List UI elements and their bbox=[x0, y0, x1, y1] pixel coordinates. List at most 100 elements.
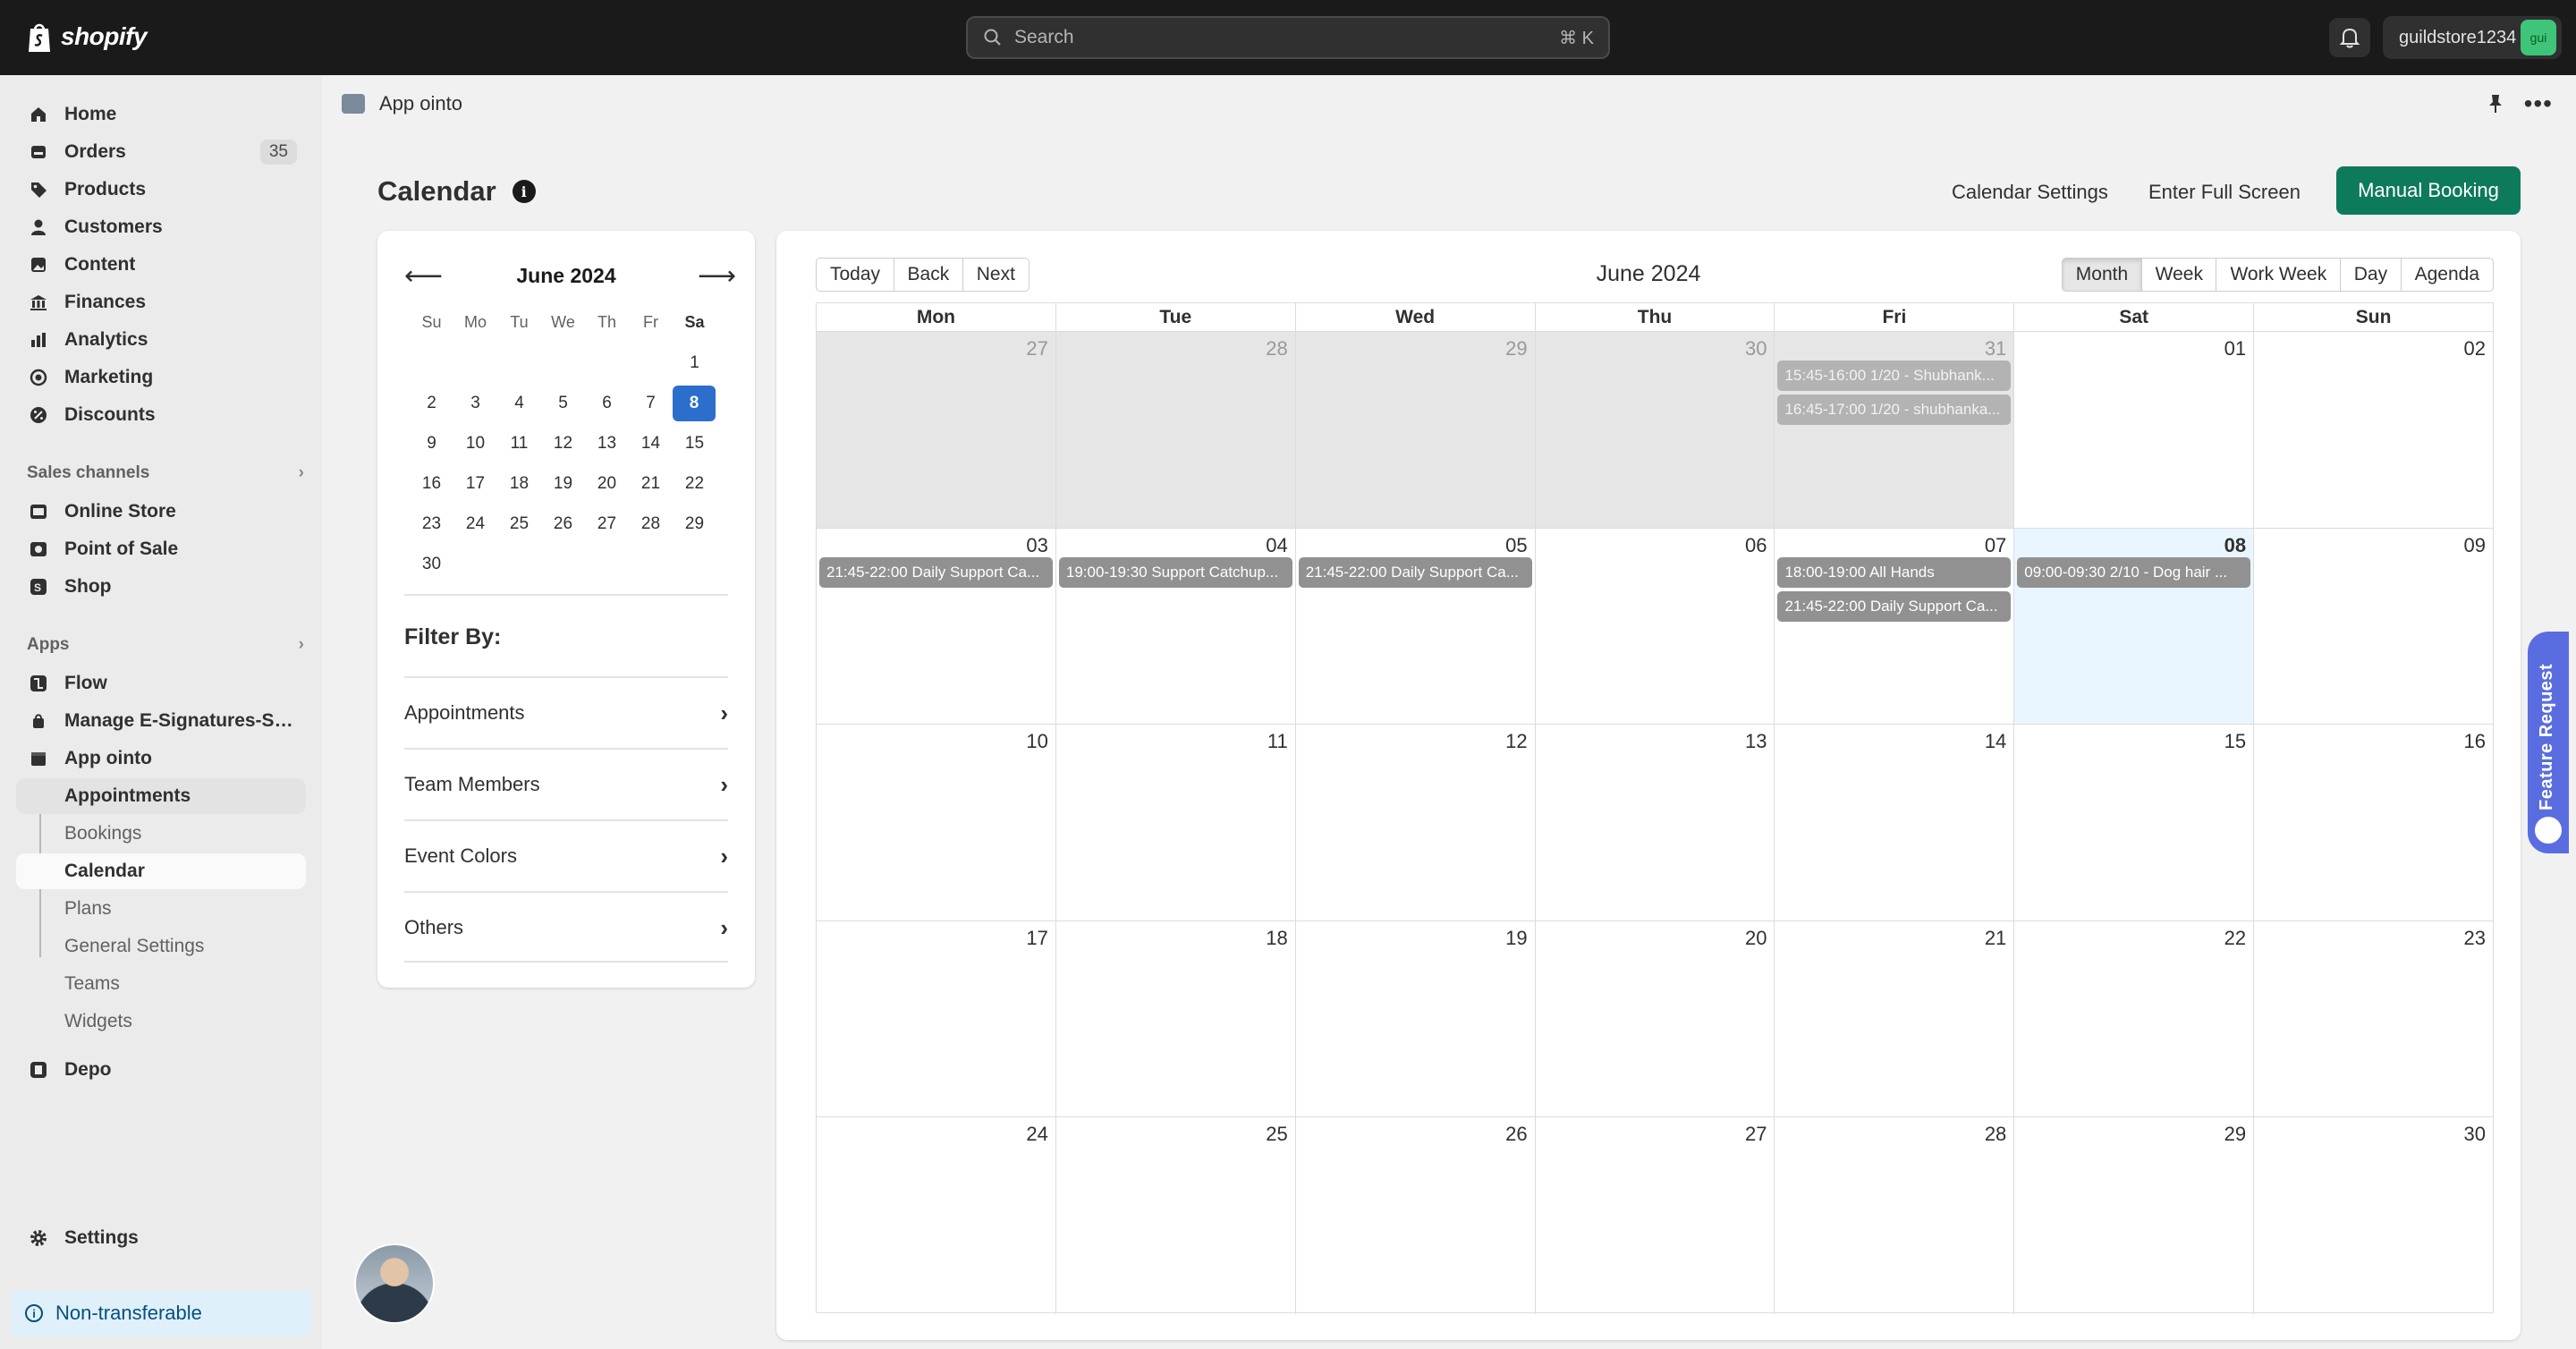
day-cell[interactable]: 09 bbox=[2253, 528, 2493, 724]
day-number[interactable]: 02 bbox=[2464, 337, 2486, 361]
sidebar-item-shop[interactable]: S Shop bbox=[16, 569, 306, 605]
mini-day[interactable]: 24 bbox=[453, 506, 497, 542]
day-cell[interactable]: 30 bbox=[2253, 1117, 2493, 1314]
day-number[interactable]: 10 bbox=[1026, 730, 1047, 753]
mini-day[interactable]: 5 bbox=[541, 386, 585, 421]
mini-day[interactable]: 6 bbox=[585, 386, 629, 421]
mini-day[interactable]: 21 bbox=[629, 466, 673, 502]
day-cell-today[interactable]: 08 09:00-09:30 2/10 - Dog hair ... bbox=[2013, 528, 2254, 724]
day-cell[interactable]: 07 18:00-19:00 All Hands 21:45-22:00 Daily… bbox=[1774, 528, 2013, 724]
mini-day[interactable]: 27 bbox=[585, 506, 629, 542]
day-cell[interactable]: 02 bbox=[2253, 332, 2493, 528]
day-number[interactable]: 12 bbox=[1505, 730, 1527, 753]
sidebar-item-app-ointo[interactable]: App ointo bbox=[16, 741, 306, 776]
day-number[interactable]: 01 bbox=[2224, 337, 2246, 361]
sidebar-item-orders[interactable]: Orders 35 bbox=[16, 134, 306, 170]
day-number[interactable]: 04 bbox=[1266, 534, 1287, 557]
day-cell[interactable]: 22 bbox=[2013, 921, 2253, 1116]
mini-day[interactable]: 15 bbox=[673, 426, 716, 462]
calendar-event[interactable]: 16:45-17:00 1/20 - shubhanka... bbox=[1777, 395, 2012, 425]
mini-day-selected[interactable]: 8 bbox=[673, 385, 716, 421]
day-cell[interactable]: 05 21:45-22:00 Daily Support Ca... bbox=[1294, 528, 1535, 724]
mini-day[interactable]: 18 bbox=[497, 466, 541, 502]
manual-booking-button[interactable]: Manual Booking bbox=[2336, 166, 2521, 215]
shopify-logo[interactable]: shopify bbox=[25, 20, 148, 54]
mini-day[interactable]: 28 bbox=[629, 506, 673, 542]
mini-day[interactable]: 3 bbox=[453, 386, 497, 421]
sidebar-item-point-of-sale[interactable]: Point of Sale bbox=[16, 531, 306, 567]
mini-day[interactable]: 10 bbox=[453, 426, 497, 462]
mini-day[interactable]: 29 bbox=[673, 506, 716, 542]
mini-day[interactable]: 22 bbox=[673, 466, 716, 502]
day-cell[interactable]: 18 bbox=[1055, 921, 1295, 1116]
day-cell[interactable]: 27 bbox=[817, 332, 1055, 528]
day-number[interactable]: 03 bbox=[1026, 534, 1047, 557]
mini-day[interactable]: 7 bbox=[629, 386, 673, 421]
sidebar-item-depo[interactable]: Depo bbox=[16, 1052, 306, 1088]
day-cell[interactable]: 26 bbox=[1294, 1117, 1535, 1314]
day-cell[interactable]: 06 bbox=[1534, 528, 1775, 724]
day-number[interactable]: 21 bbox=[1985, 927, 2006, 950]
day-number[interactable]: 20 bbox=[1745, 927, 1767, 950]
mini-day[interactable]: 4 bbox=[497, 386, 541, 421]
day-cell[interactable]: 14 bbox=[1774, 725, 2013, 921]
day-cell[interactable]: 29 bbox=[1294, 332, 1535, 528]
day-cell[interactable]: 10 bbox=[817, 725, 1055, 921]
sidebar-item-e-signatures[interactable]: Manage E-Signatures-Sig... bbox=[16, 703, 306, 739]
info-icon[interactable]: i bbox=[512, 180, 536, 203]
mini-day[interactable]: 13 bbox=[585, 426, 629, 462]
day-number[interactable]: 26 bbox=[1505, 1123, 1527, 1146]
day-number[interactable]: 17 bbox=[1026, 927, 1047, 950]
calendar-settings-button[interactable]: Calendar Settings bbox=[1952, 170, 2108, 215]
day-cell[interactable]: 01 bbox=[2013, 332, 2253, 528]
search-input[interactable]: Search ⌘ K bbox=[966, 16, 1610, 59]
day-number[interactable]: 19 bbox=[1505, 927, 1527, 950]
day-number[interactable]: 24 bbox=[1026, 1123, 1047, 1146]
more-options-icon[interactable]: ••• bbox=[2524, 89, 2553, 118]
enter-full-screen-button[interactable]: Enter Full Screen bbox=[2148, 170, 2301, 215]
calendar-event[interactable]: 21:45-22:00 Daily Support Ca... bbox=[1777, 590, 2012, 622]
sidebar-item-content[interactable]: Content bbox=[16, 247, 306, 283]
sidebar-item-general-settings[interactable]: General Settings bbox=[16, 929, 306, 964]
arrow-right-icon[interactable]: ⟶ bbox=[698, 260, 736, 292]
sidebar-item-flow[interactable]: Flow bbox=[16, 666, 306, 701]
day-number[interactable]: 16 bbox=[2464, 730, 2486, 753]
day-cell[interactable]: 17 bbox=[817, 921, 1055, 1117]
mini-day[interactable]: 17 bbox=[453, 466, 497, 502]
next-button[interactable]: Next bbox=[962, 258, 1030, 292]
notifications-button[interactable] bbox=[2329, 18, 2370, 57]
mini-day[interactable]: 9 bbox=[410, 426, 453, 462]
day-number[interactable]: 15 bbox=[2224, 730, 2246, 753]
mini-day[interactable]: 30 bbox=[410, 547, 453, 582]
arrow-left-icon[interactable]: ⟵ bbox=[404, 260, 443, 292]
day-cell[interactable]: 31 15:45-16:00 1/20 - Shubhank... 16:45-17… bbox=[1774, 332, 2014, 528]
sidebar-item-finances[interactable]: Finances bbox=[16, 284, 306, 320]
day-cell[interactable]: 25 bbox=[1055, 1117, 1295, 1314]
view-week-button[interactable]: Week bbox=[2140, 258, 2217, 292]
non-transferable-banner[interactable]: i Non-transferable bbox=[11, 1290, 311, 1336]
mini-day[interactable]: 2 bbox=[410, 386, 453, 421]
mini-day[interactable]: 16 bbox=[410, 466, 453, 502]
mini-day[interactable]: 25 bbox=[497, 506, 541, 542]
day-cell[interactable]: 20 bbox=[1534, 921, 1775, 1116]
apps-header[interactable]: Apps › bbox=[27, 635, 304, 655]
day-number[interactable]: 09 bbox=[2464, 534, 2486, 557]
day-cell[interactable]: 27 bbox=[1534, 1117, 1775, 1314]
mini-day[interactable]: 26 bbox=[541, 506, 585, 542]
view-month-button[interactable]: Month bbox=[2061, 258, 2143, 292]
filter-others[interactable]: Others › bbox=[404, 893, 728, 963]
day-number[interactable]: 25 bbox=[1266, 1123, 1287, 1146]
sidebar-item-settings[interactable]: Settings bbox=[16, 1220, 306, 1256]
day-number[interactable]: 23 bbox=[2464, 927, 2486, 950]
sidebar-item-teams[interactable]: Teams bbox=[16, 966, 306, 1002]
mini-day[interactable]: 23 bbox=[410, 506, 453, 542]
calendar-event[interactable]: 19:00-19:30 Support Catchup... bbox=[1058, 556, 1292, 588]
mini-day[interactable]: 12 bbox=[541, 426, 585, 462]
day-number[interactable]: 30 bbox=[2464, 1123, 2486, 1146]
day-number[interactable]: 05 bbox=[1505, 534, 1527, 557]
day-cell[interactable]: 04 19:00-19:30 Support Catchup... bbox=[1055, 528, 1295, 724]
mini-day[interactable]: 14 bbox=[629, 426, 673, 462]
day-number[interactable]: 27 bbox=[1026, 337, 1047, 361]
day-number[interactable]: 07 bbox=[1985, 534, 2006, 557]
calendar-event[interactable]: 09:00-09:30 2/10 - Dog hair ... bbox=[2017, 556, 2251, 588]
